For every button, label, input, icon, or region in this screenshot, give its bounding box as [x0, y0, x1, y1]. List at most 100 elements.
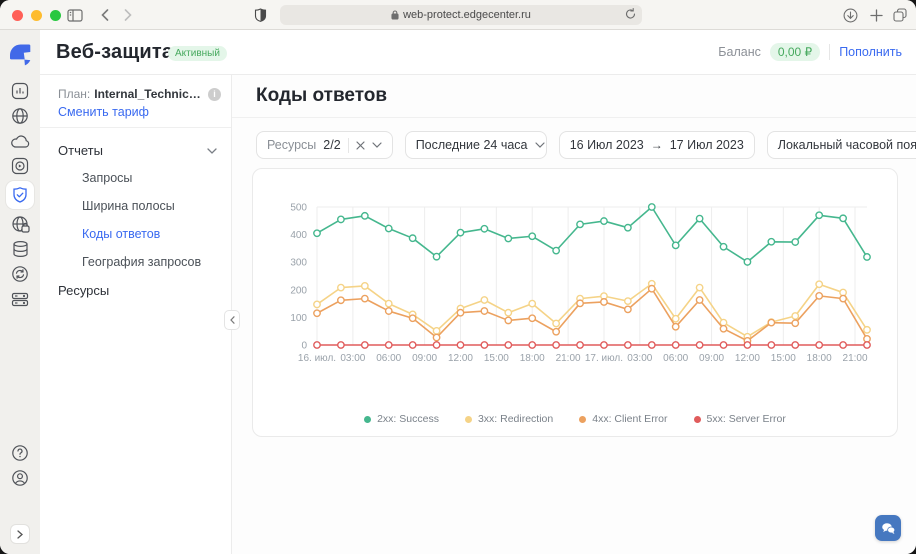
main-content: Коды ответов Ресурсы 2/2 Последние 24 ча…: [232, 75, 916, 554]
back-icon[interactable]: [95, 5, 115, 25]
chart-card: 16. июл. 03:00 06:00 09:00 12:00 15:00 18:00 21…: [252, 168, 898, 437]
section-title: Коды ответов: [256, 85, 387, 107]
chart-legend: 2xx: Success 3xx: Redirection 4xx: Client …: [253, 413, 897, 425]
chevron-down-icon[interactable]: [372, 142, 382, 148]
cloud-icon[interactable]: [10, 131, 30, 151]
clear-icon[interactable]: [356, 141, 365, 150]
legend-label: 5xx: Server Error: [707, 413, 786, 425]
address-bar[interactable]: web-protect.edgecenter.ru: [280, 5, 642, 25]
filter-bar: Ресурсы 2/2 Последние 24 часа 16 Июл 202…: [256, 131, 916, 159]
svg-text:09:00: 09:00: [412, 353, 437, 364]
svg-text:15:00: 15:00: [771, 353, 796, 364]
nav-item-geography[interactable]: География запросов: [82, 255, 201, 269]
minimize-window-button[interactable]: [31, 10, 42, 21]
svg-text:06:00: 06:00: [663, 353, 688, 364]
nav-group-reports[interactable]: Отчеты: [58, 143, 217, 158]
svg-text:17. июл.: 17. июл.: [585, 353, 623, 364]
info-icon[interactable]: i: [208, 88, 221, 101]
svg-text:18:00: 18:00: [520, 353, 545, 364]
legend-item[interactable]: 2xx: Success: [364, 413, 439, 425]
divider: [829, 44, 830, 60]
nav-item-response-codes[interactable]: Коды ответов: [82, 227, 160, 241]
downloads-icon[interactable]: [840, 5, 860, 25]
divider: [40, 127, 231, 128]
svg-text:12:00: 12:00: [448, 353, 473, 364]
nav-group-resources[interactable]: Ресурсы: [58, 283, 217, 298]
legend-label: 3xx: Redirection: [478, 413, 553, 425]
date-from: 16 Июл 2023: [570, 138, 644, 152]
svg-text:400: 400: [290, 230, 307, 241]
tab-overview-icon[interactable]: [890, 5, 910, 25]
date-range-filter[interactable]: 16 Июл 2023 → 17 Июл 2023: [559, 131, 755, 159]
plan-label: План:: [58, 87, 90, 101]
divider: [348, 138, 349, 153]
legend-item[interactable]: 5xx: Server Error: [694, 413, 786, 425]
balance-label: Баланс: [718, 45, 761, 59]
forward-icon[interactable]: [118, 5, 138, 25]
svg-text:16. июл.: 16. июл.: [298, 353, 336, 364]
legend-dot-icon: [364, 416, 371, 423]
video-icon[interactable]: [10, 156, 30, 176]
svg-text:18:00: 18:00: [807, 353, 832, 364]
database-icon[interactable]: [10, 239, 30, 259]
change-plan-link[interactable]: Сменить тариф: [58, 105, 149, 119]
svg-text:500: 500: [290, 203, 307, 214]
legend-item[interactable]: 4xx: Client Error: [579, 413, 667, 425]
chevron-down-icon: [535, 142, 545, 148]
svg-text:03:00: 03:00: [340, 353, 365, 364]
topup-link[interactable]: Пополнить: [839, 45, 902, 59]
response-codes-chart: 16. июл. 03:00 06:00 09:00 12:00 15:00 18:00 21…: [253, 169, 897, 399]
arrow-right-icon: →: [651, 138, 663, 152]
chat-button[interactable]: [875, 515, 901, 541]
sidebar-toggle-icon[interactable]: [65, 5, 85, 25]
resources-filter[interactable]: Ресурсы 2/2: [256, 131, 393, 159]
svg-text:0: 0: [301, 341, 307, 352]
svg-text:06:00: 06:00: [376, 353, 401, 364]
svg-text:03:00: 03:00: [627, 353, 652, 364]
account-icon[interactable]: [10, 468, 30, 488]
shield-check-icon[interactable]: [6, 181, 34, 209]
period-filter[interactable]: Последние 24 часа: [405, 131, 547, 159]
date-to: 17 Июл 2023: [670, 138, 744, 152]
timezone-filter[interactable]: Локальный часовой пояс: [767, 131, 916, 159]
app-header: Веб-защита Активный Баланс 0,00 ₽ Пополн…: [40, 30, 916, 75]
browser-window: web-protect.edgecenter.ru: [0, 0, 916, 554]
legend-label: 4xx: Client Error: [592, 413, 667, 425]
sync-icon[interactable]: [10, 264, 30, 284]
zoom-window-button[interactable]: [50, 10, 61, 21]
globe-icon[interactable]: [10, 106, 30, 126]
nav-item-bandwidth[interactable]: Ширина полосы: [82, 199, 175, 213]
globe-lock-icon[interactable]: [10, 214, 30, 234]
svg-text:21:00: 21:00: [843, 353, 868, 364]
close-window-button[interactable]: [12, 10, 23, 21]
legend-dot-icon: [694, 416, 701, 423]
svg-text:100: 100: [290, 313, 307, 324]
lock-icon: [391, 10, 399, 20]
expand-rail-button[interactable]: [10, 524, 30, 544]
left-nav: План: Internal_Technical_Acco... i Смени…: [40, 75, 232, 554]
svg-text:12:00: 12:00: [735, 353, 760, 364]
edgecenter-logo[interactable]: [7, 42, 33, 68]
stats-icon[interactable]: [10, 81, 30, 101]
resources-count: 2/2: [323, 138, 340, 152]
svg-text:15:00: 15:00: [484, 353, 509, 364]
svg-text:200: 200: [290, 285, 307, 296]
nav-item-requests[interactable]: Запросы: [82, 171, 132, 185]
reload-icon[interactable]: [625, 8, 636, 20]
icon-rail: [0, 30, 40, 554]
browser-toolbar: web-protect.edgecenter.ru: [0, 0, 916, 30]
server-icon[interactable]: [10, 289, 30, 309]
new-tab-icon[interactable]: [866, 5, 886, 25]
collapse-nav-button[interactable]: [224, 310, 240, 330]
legend-dot-icon: [579, 416, 586, 423]
legend-label: 2xx: Success: [377, 413, 439, 425]
legend-dot-icon: [465, 416, 472, 423]
legend-item[interactable]: 3xx: Redirection: [465, 413, 553, 425]
page-title: Веб-защита: [56, 41, 173, 64]
privacy-shield-icon[interactable]: [250, 5, 270, 25]
url-text: web-protect.edgecenter.ru: [403, 9, 531, 21]
balance-value: 0,00 ₽: [770, 43, 820, 61]
svg-text:300: 300: [290, 258, 307, 269]
help-icon[interactable]: [10, 443, 30, 463]
svg-text:09:00: 09:00: [699, 353, 724, 364]
